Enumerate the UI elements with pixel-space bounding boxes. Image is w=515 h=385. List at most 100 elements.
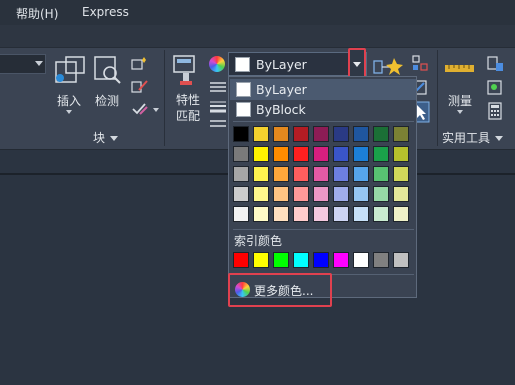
palette-color-swatch[interactable]: [373, 206, 389, 222]
palette-color-swatch[interactable]: [313, 146, 329, 162]
divider: [233, 121, 414, 122]
check-label[interactable]: 检测: [95, 92, 119, 109]
utilities-panel-title[interactable]: 实用工具: [442, 129, 504, 146]
palette-color-swatch[interactable]: [273, 146, 289, 162]
index-color-swatch[interactable]: [293, 252, 309, 268]
palette-color-swatch[interactable]: [253, 186, 269, 202]
index-color-swatch[interactable]: [333, 252, 349, 268]
cad-window: 帮助(H) Express 插入 检测 块 特性 匹配 ByLayer 测量 实…: [0, 0, 515, 385]
lineweight-icon[interactable]: [209, 99, 227, 113]
palette-color-swatch[interactable]: [393, 126, 409, 142]
palette-color-swatch[interactable]: [333, 206, 349, 222]
palette-color-swatch[interactable]: [373, 166, 389, 182]
panel-divider: [164, 50, 165, 146]
palette-color-swatch[interactable]: [393, 166, 409, 182]
palette-color-swatch[interactable]: [253, 146, 269, 162]
palette-color-swatch[interactable]: [373, 126, 389, 142]
color-option-byblock[interactable]: ByBlock: [230, 99, 416, 120]
index-color-swatch[interactable]: [373, 252, 389, 268]
palette-color-swatch[interactable]: [333, 186, 349, 202]
palette-color-swatch[interactable]: [333, 146, 349, 162]
palette-color-swatch[interactable]: [293, 126, 309, 142]
index-color-swatch[interactable]: [353, 252, 369, 268]
palette-color-swatch[interactable]: [393, 206, 409, 222]
insert-label[interactable]: 插入: [57, 92, 81, 109]
palette-color-swatch[interactable]: [273, 126, 289, 142]
palette-color-swatch[interactable]: [233, 166, 249, 182]
create-block-icon[interactable]: [131, 55, 149, 71]
palette-color-swatch[interactable]: [293, 186, 309, 202]
palette-color-swatch[interactable]: [353, 186, 369, 202]
palette-color-swatch[interactable]: [233, 126, 249, 142]
palette-color-swatch[interactable]: [353, 126, 369, 142]
palette-color-swatch[interactable]: [233, 146, 249, 162]
palette-color-swatch[interactable]: [233, 206, 249, 222]
calculator-icon[interactable]: [486, 102, 504, 120]
color-wheel-icon[interactable]: [209, 56, 225, 72]
palette-color-swatch[interactable]: [233, 186, 249, 202]
index-color-swatch[interactable]: [273, 252, 289, 268]
palette-color-swatch[interactable]: [253, 206, 269, 222]
transparency-icon[interactable]: [209, 118, 227, 130]
palette-color-swatch[interactable]: [313, 206, 329, 222]
palette-color-swatch[interactable]: [393, 186, 409, 202]
index-color-swatch[interactable]: [233, 252, 249, 268]
palette-color-swatch[interactable]: [273, 186, 289, 202]
palette-color-swatch[interactable]: [353, 166, 369, 182]
index-color-swatch[interactable]: [393, 252, 409, 268]
color-combo[interactable]: ByLayer: [228, 52, 367, 76]
palette-color-swatch[interactable]: [293, 166, 309, 182]
check-block-icon[interactable]: [91, 54, 127, 88]
attributes-dropdown-icon[interactable]: [153, 108, 159, 112]
color-wheel-icon: [235, 282, 250, 297]
divider: [233, 229, 414, 230]
palette-color-swatch[interactable]: [253, 166, 269, 182]
id-point-icon[interactable]: [486, 79, 504, 97]
block-panel-title[interactable]: 块: [93, 129, 119, 146]
chevron-down-icon: [110, 136, 119, 141]
color-combo-value: ByLayer: [256, 57, 307, 72]
more-colors-button[interactable]: 更多颜色...: [228, 273, 332, 307]
menu-express[interactable]: Express: [82, 5, 129, 19]
palette-color-swatch[interactable]: [313, 166, 329, 182]
index-color-title: 索引颜色: [234, 234, 283, 248]
palette-color-swatch[interactable]: [353, 146, 369, 162]
palette-color-swatch[interactable]: [333, 166, 349, 182]
edit-attributes-icon[interactable]: [131, 101, 149, 117]
palette-color-swatch[interactable]: [353, 206, 369, 222]
palette-color-swatch[interactable]: [273, 206, 289, 222]
color-option-bylayer[interactable]: ByLayer: [230, 79, 416, 100]
menubar: 帮助(H) Express: [0, 0, 515, 25]
palette-color-swatch[interactable]: [373, 146, 389, 162]
match-properties-icon[interactable]: [171, 53, 203, 89]
palette-color-swatch[interactable]: [373, 186, 389, 202]
index-color-swatch[interactable]: [253, 252, 269, 268]
index-color-swatch[interactable]: [313, 252, 329, 268]
measure-dropdown-icon[interactable]: [457, 110, 463, 114]
measure-label[interactable]: 测量: [448, 92, 472, 109]
edit-block-icon[interactable]: [131, 78, 149, 94]
palette-color-swatch[interactable]: [313, 186, 329, 202]
ungroup-icon[interactable]: [411, 54, 429, 74]
palette-color-swatch[interactable]: [333, 126, 349, 142]
match-label-line1[interactable]: 特性: [176, 91, 200, 108]
palette-color-swatch[interactable]: [253, 126, 269, 142]
quick-select-icon[interactable]: [486, 55, 504, 73]
palette-color-swatch[interactable]: [393, 146, 409, 162]
insert-block-icon[interactable]: [53, 54, 89, 88]
palette-color-swatch[interactable]: [293, 146, 309, 162]
palette-color-swatch[interactable]: [313, 126, 329, 142]
measure-ruler-icon[interactable]: [444, 61, 476, 75]
match-label-line2[interactable]: 匹配: [176, 107, 200, 124]
palette-color-swatch[interactable]: [273, 166, 289, 182]
insert-dropdown-icon[interactable]: [66, 110, 72, 114]
menu-help[interactable]: 帮助(H): [16, 5, 58, 22]
layer-combo[interactable]: [0, 54, 46, 74]
linetype-icon[interactable]: [209, 80, 227, 94]
more-colors-label: 更多颜色...: [254, 284, 314, 298]
group-icon[interactable]: [372, 55, 406, 77]
color-option-label: ByLayer: [256, 82, 307, 97]
utilities-panel-title-text: 实用工具: [442, 131, 491, 145]
chevron-down-icon: [35, 61, 43, 66]
palette-color-swatch[interactable]: [293, 206, 309, 222]
